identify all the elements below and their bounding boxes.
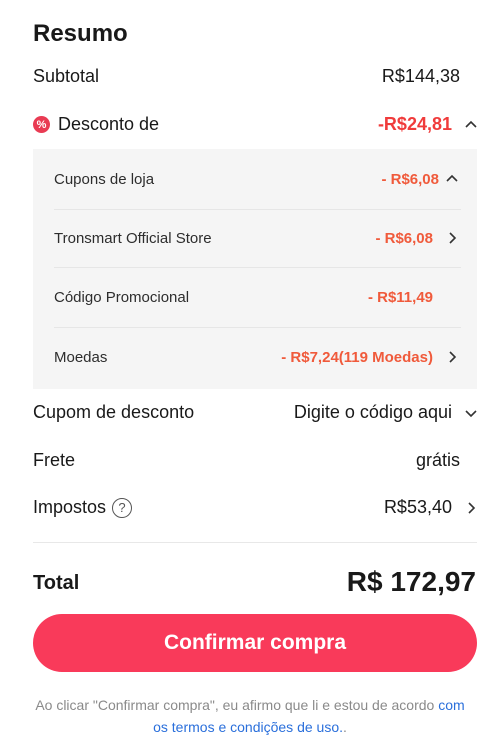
promo-code-value: - R$11,49 (367, 288, 433, 306)
store-coupons-label: Cupons de loja (54, 170, 155, 188)
total-value: R$ 172,97 (346, 566, 476, 597)
shipping-label: Frete (33, 450, 76, 470)
promo-code-row: Código Promocional - R$11,49 (54, 267, 461, 327)
summary-title: Resumo (33, 20, 128, 47)
divider (33, 542, 477, 543)
store-label: Tronsmart Official Store (54, 229, 212, 247)
coins-value: - R$7,24(119 Moedas) (281, 348, 433, 366)
legal-notice: Ao clicar "Confirmar compra", eu afirmo … (30, 694, 470, 738)
discount-label: Desconto de (58, 114, 160, 134)
taxes-value: R$53,40 (383, 497, 452, 517)
chevron-down-icon[interactable] (462, 404, 480, 422)
chevron-right-icon[interactable] (443, 348, 461, 366)
promo-code-label: Código Promocional (54, 288, 190, 306)
total-label: Total (33, 572, 80, 594)
chevron-right-icon[interactable] (443, 229, 461, 247)
shipping-value: grátis (415, 450, 460, 470)
coins-row[interactable]: Moedas - R$7,24(119 Moedas) (54, 327, 461, 387)
subtotal-label: Subtotal (33, 66, 100, 86)
discount-row[interactable]: % Desconto de -R$24,81 (33, 114, 480, 135)
discount-value: -R$24,81 (377, 114, 452, 134)
chevron-up-icon[interactable] (443, 170, 461, 188)
shipping-row: Frete grátis (33, 450, 480, 471)
legal-text: Ao clicar "Confirmar compra", eu afirmo … (35, 697, 439, 713)
confirm-purchase-button[interactable]: Confirmar compra (33, 614, 477, 672)
coins-label: Moedas (54, 348, 108, 366)
subtotal-value: R$144,38 (381, 66, 460, 86)
legal-suffix: . (343, 719, 347, 735)
coupon-label: Cupom de desconto (33, 402, 195, 422)
subtotal-row: Subtotal R$144,38 (33, 66, 480, 87)
discount-breakdown-panel: Cupons de loja - R$6,08 Tronsmart Offici… (33, 149, 477, 389)
store-coupons-value: - R$6,08 (381, 170, 439, 188)
store-value: - R$6,08 (375, 229, 433, 247)
store-coupons-row[interactable]: Cupons de loja - R$6,08 (54, 149, 461, 209)
taxes-label: Impostos (33, 497, 107, 517)
store-row[interactable]: Tronsmart Official Store - R$6,08 (54, 208, 461, 268)
discount-percent-icon: % (33, 116, 50, 133)
coupon-code-row[interactable]: Cupom de desconto Digite o código aqui (33, 402, 480, 423)
help-icon[interactable]: ? (112, 497, 133, 518)
chevron-up-icon[interactable] (462, 116, 480, 134)
coupon-code-input[interactable]: Digite o código aqui (294, 402, 452, 423)
chevron-right-icon[interactable] (462, 499, 480, 517)
taxes-row[interactable]: Impostos ? R$53,40 (33, 497, 480, 518)
